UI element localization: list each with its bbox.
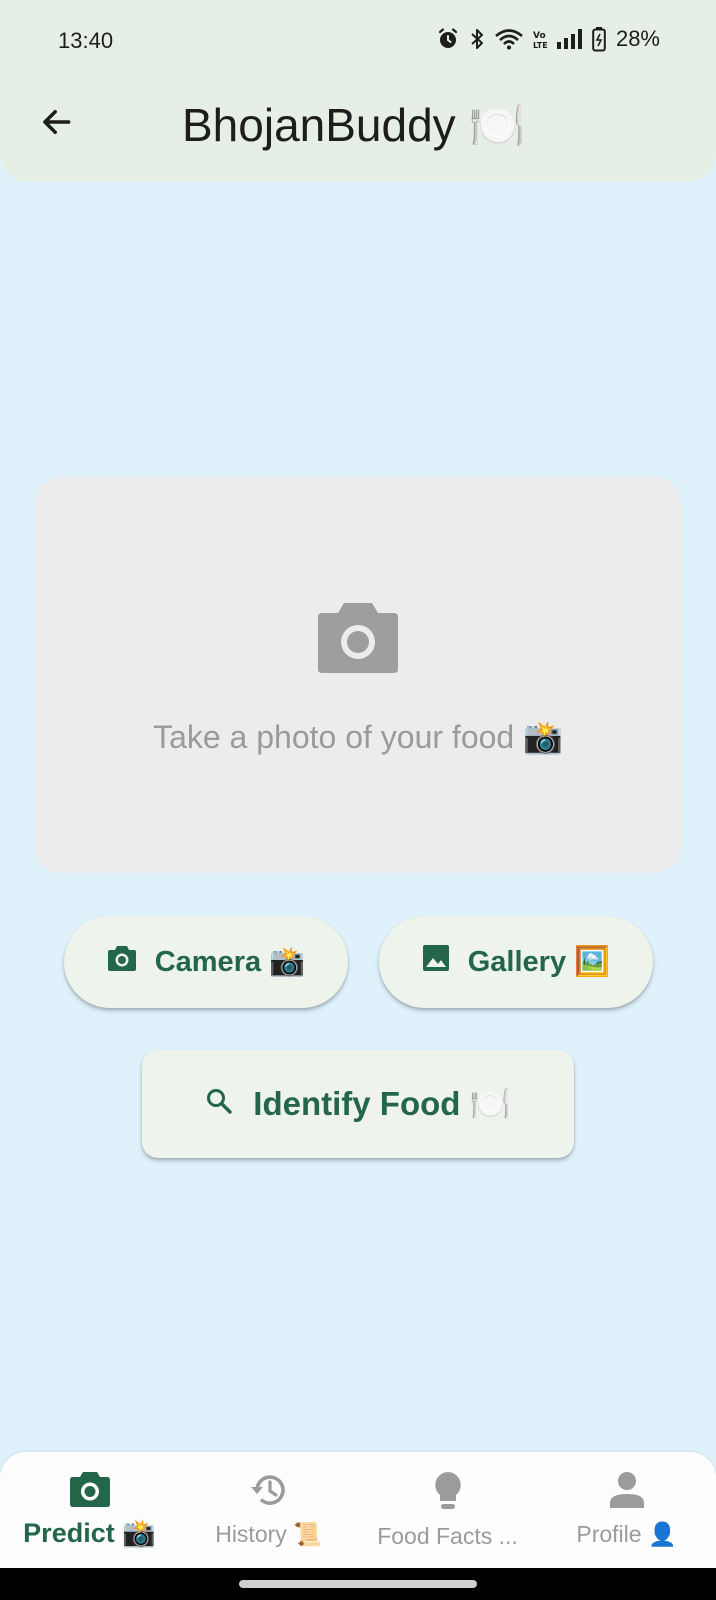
nav-label-predict: Predict 📸 xyxy=(23,1518,156,1548)
page-title: BhojanBuddy 🍽️ xyxy=(182,99,526,151)
signal-icon xyxy=(556,28,584,50)
history-icon xyxy=(249,1470,289,1515)
battery-icon xyxy=(592,26,606,52)
arrow-back-icon xyxy=(37,103,75,146)
gallery-button-label: Gallery 🖼️ xyxy=(467,946,611,978)
identify-food-button[interactable]: Identify Food 🍽️ xyxy=(142,1050,574,1158)
photo-hint: Take a photo of your food 📸 xyxy=(153,718,563,755)
nav-label-food-facts: Food Facts ... xyxy=(377,1523,518,1549)
camera-button[interactable]: Camera 📸 xyxy=(64,916,348,1008)
camera-button-label: Camera 📸 xyxy=(154,946,306,978)
nav-item-predict[interactable]: Predict 📸 xyxy=(0,1452,179,1568)
volte-icon: Vo LTE xyxy=(532,27,548,51)
bluetooth-icon xyxy=(468,27,486,51)
camera-icon xyxy=(316,599,400,680)
nav-item-history[interactable]: History 📜 xyxy=(179,1452,358,1568)
status-time: 13:40 xyxy=(58,28,114,53)
alarm-icon xyxy=(436,27,460,51)
photo-placeholder[interactable]: Take a photo of your food 📸 xyxy=(34,477,682,873)
identify-food-label: Identify Food 🍽️ xyxy=(253,1084,511,1122)
lightbulb-icon xyxy=(432,1470,464,1517)
nav-item-food-facts[interactable]: Food Facts ... xyxy=(358,1452,537,1568)
camera-icon xyxy=(107,944,137,980)
system-navigation-bar xyxy=(0,1568,716,1600)
bottom-navigation: Predict 📸 History 📜 Food Facts ... Profi… xyxy=(0,1452,716,1568)
battery-percent: 28% xyxy=(615,26,660,51)
nav-label-profile: Profile 👤 xyxy=(576,1521,677,1547)
app-bar: 13:40 Vo LTE 28% BhojanBuddy 🍽️ xyxy=(0,0,716,182)
svg-text:LTE: LTE xyxy=(533,41,548,50)
gallery-button[interactable]: Gallery 🖼️ xyxy=(379,916,653,1008)
gesture-handle[interactable] xyxy=(239,1580,477,1588)
camera-icon xyxy=(69,1470,111,1513)
search-icon xyxy=(205,1085,233,1123)
image-icon xyxy=(422,944,450,980)
nav-item-profile[interactable]: Profile 👤 xyxy=(537,1452,716,1568)
svg-text:Vo: Vo xyxy=(533,31,546,41)
status-icons: Vo LTE 28% xyxy=(436,26,660,52)
wifi-icon xyxy=(494,27,524,51)
back-button[interactable] xyxy=(32,100,80,148)
person-icon xyxy=(608,1470,646,1515)
nav-label-history: History 📜 xyxy=(215,1521,322,1547)
